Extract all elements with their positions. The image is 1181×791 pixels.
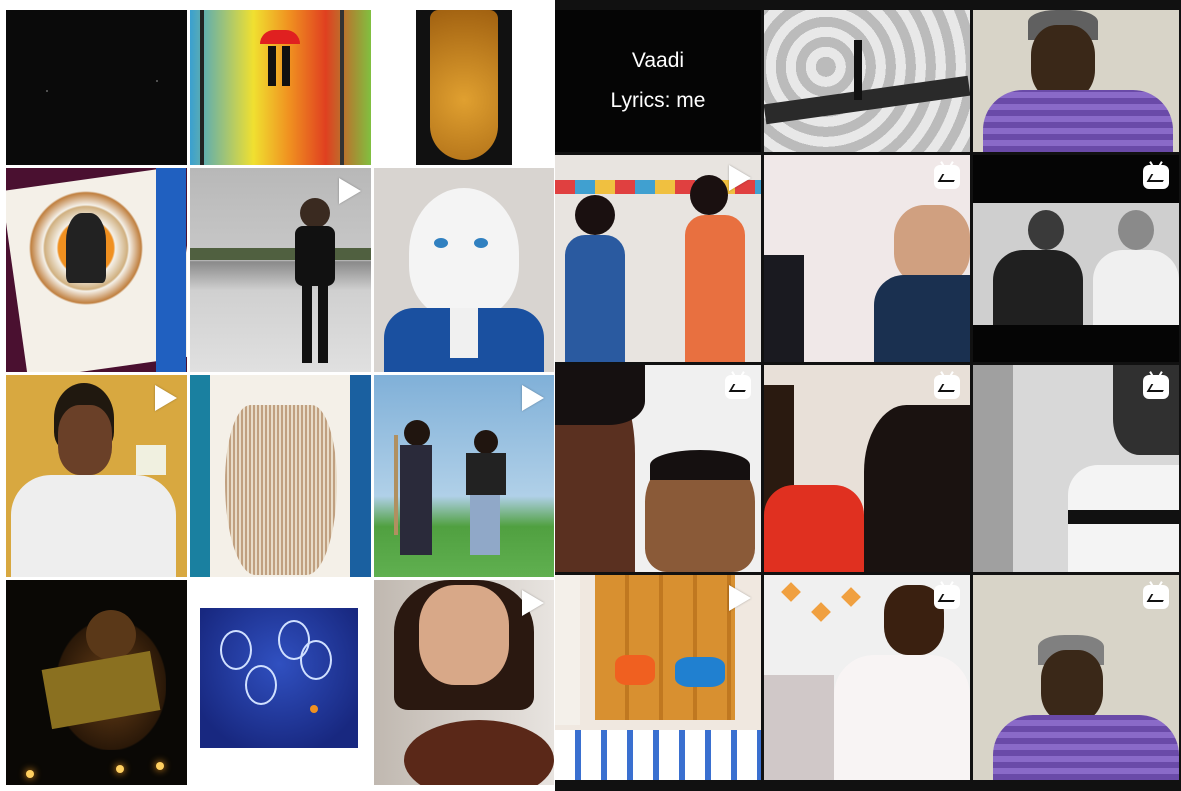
right-post-grid: Vaadi Lyrics: me — [555, 0, 1181, 791]
boy-singing-video-thumbnail[interactable] — [6, 375, 187, 577]
video-play-icon — [729, 165, 751, 191]
two-girls-room-video-thumbnail[interactable] — [555, 155, 761, 362]
video-play-icon — [522, 590, 544, 616]
friends-lawn-video-thumbnail[interactable] — [374, 375, 554, 577]
girls-hair-igtv-thumbnail[interactable] — [764, 365, 970, 572]
lyrics-caption-thumbnail[interactable]: Vaadi Lyrics: me — [555, 10, 761, 152]
igtv-icon — [934, 375, 960, 399]
man-thinking-thumbnail[interactable] — [973, 10, 1179, 152]
video-play-icon — [522, 385, 544, 411]
boy-striped-shirt-igtv-thumbnail[interactable] — [973, 365, 1179, 572]
book-fold-heart-thumbnail[interactable] — [190, 375, 371, 577]
left-post-grid — [6, 0, 554, 791]
terrace-dance-video-thumbnail[interactable] — [190, 168, 371, 372]
man-thinking-igtv-thumbnail[interactable] — [973, 575, 1179, 780]
rain-couple-painting-thumbnail[interactable] — [190, 10, 371, 165]
song-title-text: Vaadi — [631, 49, 685, 72]
igtv-icon — [1143, 585, 1169, 609]
video-play-icon — [729, 585, 751, 611]
father-son-selfie-igtv-thumbnail[interactable] — [555, 365, 761, 572]
anime-portrait-drawing-thumbnail[interactable] — [374, 168, 554, 372]
igtv-icon — [725, 375, 751, 399]
bulb-painting-thumbnail[interactable] — [190, 580, 371, 785]
girl-guitar-video-thumbnail[interactable] — [374, 580, 554, 785]
igtv-icon — [934, 585, 960, 609]
mandala-art-thumbnail[interactable] — [6, 168, 187, 372]
video-call-igtv-thumbnail[interactable] — [764, 155, 970, 362]
video-play-icon — [339, 178, 361, 204]
dark-night-thumbnail[interactable] — [6, 10, 187, 165]
dance-duo-video-thumbnail[interactable] — [555, 575, 761, 780]
lyrics-credit-text: Lyrics: me — [610, 89, 706, 112]
igtv-icon — [934, 165, 960, 189]
guitar-bw-thumbnail[interactable] — [764, 10, 970, 152]
diya-lights-thumbnail[interactable] — [6, 580, 187, 785]
two-girls-bw-igtv-thumbnail[interactable] — [973, 155, 1179, 362]
golden-engraving-thumbnail[interactable] — [374, 10, 554, 165]
igtv-icon — [1143, 375, 1169, 399]
igtv-icon — [1143, 165, 1169, 189]
video-play-icon — [155, 385, 177, 411]
girl-singing-igtv-thumbnail[interactable] — [764, 575, 970, 780]
